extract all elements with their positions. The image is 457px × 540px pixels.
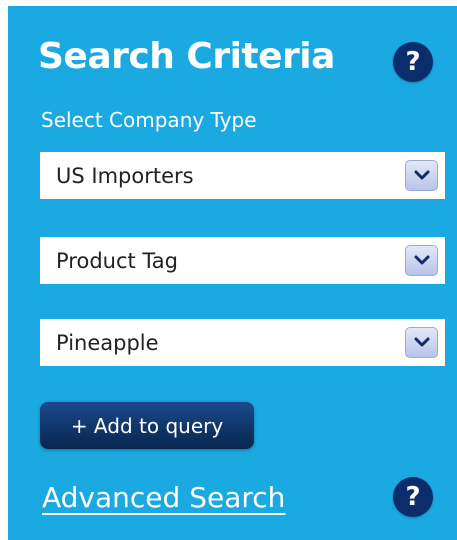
filter-value-select[interactable]: Pineapple (40, 319, 445, 366)
company-type-label: Select Company Type (41, 108, 257, 132)
advanced-search-link[interactable]: Advanced Search (42, 481, 285, 514)
company-type-value: US Importers (56, 163, 194, 188)
add-to-query-button[interactable]: + Add to query (40, 402, 254, 449)
help-button-title[interactable]: ? (393, 42, 433, 82)
company-type-select[interactable]: US Importers (40, 152, 445, 199)
help-button-advanced[interactable]: ? (393, 477, 433, 517)
panel-title: Search Criteria (38, 36, 335, 77)
filter-field-value: Product Tag (56, 248, 178, 273)
search-criteria-panel: Search Criteria ? Select Company Type US… (8, 0, 457, 540)
chevron-down-icon[interactable] (405, 160, 438, 191)
question-mark-icon: ? (405, 47, 421, 77)
filter-field-select[interactable]: Product Tag (40, 237, 445, 284)
question-mark-icon: ? (405, 482, 421, 512)
filter-value-value: Pineapple (56, 330, 159, 355)
chevron-down-icon[interactable] (405, 327, 438, 358)
chevron-down-icon[interactable] (405, 245, 438, 276)
